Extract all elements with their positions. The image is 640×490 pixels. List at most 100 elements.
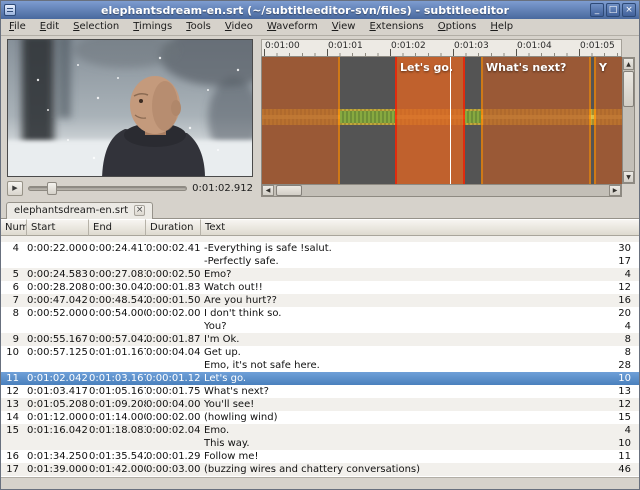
hscroll-thumb[interactable] xyxy=(276,185,302,196)
hscroll-trough[interactable] xyxy=(274,185,609,196)
menu-file[interactable]: File xyxy=(2,19,33,35)
ruler-tick-label: 0:01:02 xyxy=(391,41,426,51)
waveform-ruler[interactable]: 0:01:000:01:010:01:020:01:030:01:040:01:… xyxy=(261,39,622,57)
cell-num: 17 xyxy=(1,463,27,476)
scroll-left-icon[interactable]: ◀ xyxy=(262,185,274,196)
menu-tools[interactable]: Tools xyxy=(179,19,218,35)
ruler-tick-label: 0:01:04 xyxy=(517,41,552,51)
column-header-duration[interactable]: Duration xyxy=(146,219,201,236)
cpl-value: 15 xyxy=(607,411,631,424)
titlebar[interactable]: elephantsdream-en.srt (~/subtitleeditor-… xyxy=(1,1,639,19)
cell-chars-per-line: 10 xyxy=(607,372,639,385)
cell-end: 0:01:35.542 xyxy=(89,450,146,463)
waveform-canvas[interactable]: Let's go.What's next?Y xyxy=(261,57,622,184)
scroll-up-icon[interactable]: ▲ xyxy=(623,58,634,70)
table-row[interactable]: 160:01:34.2500:01:35.5420:00:01.292Follo… xyxy=(1,450,639,463)
cell-start: 0:00:47.042 xyxy=(27,294,89,307)
subtitle-region-selected[interactable] xyxy=(395,57,465,184)
cpl-value: 17 xyxy=(607,255,631,268)
ruler-tick-label: 0:01:05 xyxy=(580,41,615,51)
scroll-right-icon[interactable]: ▶ xyxy=(609,185,621,196)
video-panel: ▶ 0:01:02.912 xyxy=(7,39,255,197)
table-row[interactable]: 70:00:47.0420:00:48.5420:00:01.500Are yo… xyxy=(1,294,639,307)
menubar: FileEditSelectionTimingsToolsVideoWavefo… xyxy=(1,19,639,36)
table-row[interactable]: 110:01:02.0420:01:03.1670:00:01.125Let's… xyxy=(1,372,639,385)
top-area: ▶ 0:01:02.912 0:01:000:01:010:01:020:01:… xyxy=(1,36,639,199)
cell-num: 11 xyxy=(1,372,27,385)
waveform-wave-gap xyxy=(340,111,395,123)
subtitle-line: You'll see! xyxy=(204,398,607,411)
subtitle-region[interactable] xyxy=(481,57,591,184)
cell-num: 12 xyxy=(1,385,27,398)
waveform-hscrollbar[interactable]: ◀ ▶ xyxy=(261,184,622,197)
app-window: elephantsdream-en.srt (~/subtitleeditor-… xyxy=(0,0,640,490)
scroll-down-icon[interactable]: ▼ xyxy=(623,171,634,183)
waveform-panel: 0:01:000:01:010:01:020:01:030:01:040:01:… xyxy=(261,39,635,197)
cell-num: 5 xyxy=(1,268,27,281)
table-row[interactable]: 40:00:22.0000:00:24.4170:00:02.417-Every… xyxy=(1,242,639,268)
table-row[interactable]: 140:01:12.0000:01:14.0000:00:02.000(howl… xyxy=(1,411,639,424)
seek-handle[interactable] xyxy=(47,182,57,195)
table-row[interactable]: 50:00:24.5830:00:27.0830:00:02.500Emo?4 xyxy=(1,268,639,281)
column-header-num[interactable]: Num xyxy=(1,219,27,236)
cell-num: 16 xyxy=(1,450,27,463)
cell-start: 0:01:05.208 xyxy=(27,398,89,411)
cell-end: 0:01:09.208 xyxy=(89,398,146,411)
menu-view[interactable]: View xyxy=(325,19,363,35)
subtitle-line: (buzzing wires and chattery conversation… xyxy=(204,463,607,476)
menu-help[interactable]: Help xyxy=(483,19,520,35)
cpl-value: 12 xyxy=(607,398,631,411)
column-header-start[interactable]: Start xyxy=(27,219,89,236)
subtitle-region[interactable] xyxy=(594,57,622,184)
menu-waveform[interactable]: Waveform xyxy=(260,19,325,35)
table-body: 40:00:22.0000:00:24.4170:00:02.417-Every… xyxy=(1,236,639,477)
menu-video[interactable]: Video xyxy=(218,19,260,35)
waveform-vscrollbar[interactable]: ▲ ▼ xyxy=(622,57,635,184)
cell-num: 9 xyxy=(1,333,27,346)
cell-duration: 0:00:01.292 xyxy=(146,450,201,463)
cell-chars-per-line: 12 xyxy=(607,398,639,411)
menu-selection[interactable]: Selection xyxy=(66,19,126,35)
minimize-button[interactable]: _ xyxy=(590,3,604,17)
vscroll-thumb[interactable] xyxy=(623,71,634,107)
play-button[interactable]: ▶ xyxy=(7,181,23,196)
table-row[interactable]: 130:01:05.2080:01:09.2080:00:04.000You'l… xyxy=(1,398,639,411)
menu-options[interactable]: Options xyxy=(431,19,484,35)
cell-text: Emo.This way. xyxy=(201,424,607,450)
column-header-text[interactable]: Text xyxy=(201,219,639,236)
cpl-value: 4 xyxy=(607,424,631,437)
column-header-end[interactable]: End xyxy=(89,219,146,236)
subtitle-region[interactable] xyxy=(261,57,340,184)
cell-duration: 0:00:02.041 xyxy=(146,424,201,450)
menu-edit[interactable]: Edit xyxy=(33,19,66,35)
table-row[interactable]: 170:01:39.0000:01:42.0000:00:03.000(buzz… xyxy=(1,463,639,476)
tab-close-icon[interactable]: × xyxy=(134,205,145,216)
app-icon xyxy=(4,4,16,16)
cell-num: 13 xyxy=(1,398,27,411)
table-row[interactable]: 120:01:03.4170:01:05.1670:00:01.750What'… xyxy=(1,385,639,398)
cell-chars-per-line: 3017 xyxy=(607,242,639,268)
cell-num: 10 xyxy=(1,346,27,372)
vscroll-trough[interactable] xyxy=(623,70,634,171)
table-row[interactable]: 150:01:16.0420:01:18.0830:00:02.041Emo.T… xyxy=(1,424,639,450)
table-row[interactable]: 90:00:55.1670:00:57.0420:00:01.875I'm Ok… xyxy=(1,333,639,346)
cell-duration: 0:00:01.875 xyxy=(146,333,201,346)
maximize-button[interactable]: □ xyxy=(606,3,620,17)
cell-start: 0:01:03.417 xyxy=(27,385,89,398)
table-row[interactable]: 100:00:57.1250:01:01.1670:00:04.042Get u… xyxy=(1,346,639,372)
cell-chars-per-line: 410 xyxy=(607,424,639,450)
close-button[interactable]: × xyxy=(622,3,636,17)
subtitle-line: You? xyxy=(204,320,607,333)
tab-elephantsdream-en-srt[interactable]: elephantsdream-en.srt × xyxy=(6,202,153,219)
subtitle-region-label: Let's go. xyxy=(400,61,453,74)
cell-end: 0:00:30.042 xyxy=(89,281,146,294)
cell-start: 0:00:52.000 xyxy=(27,307,89,333)
ruler-tick-label: 0:01:03 xyxy=(454,41,489,51)
cell-end: 0:01:05.167 xyxy=(89,385,146,398)
playhead-line[interactable] xyxy=(450,57,451,184)
table-row[interactable]: 80:00:52.0000:00:54.0000:00:02.000I don'… xyxy=(1,307,639,333)
menu-extensions[interactable]: Extensions xyxy=(362,19,430,35)
seek-slider[interactable] xyxy=(28,181,187,196)
menu-timings[interactable]: Timings xyxy=(126,19,179,35)
table-row[interactable]: 60:00:28.2080:00:30.0420:00:01.834Watch … xyxy=(1,281,639,294)
